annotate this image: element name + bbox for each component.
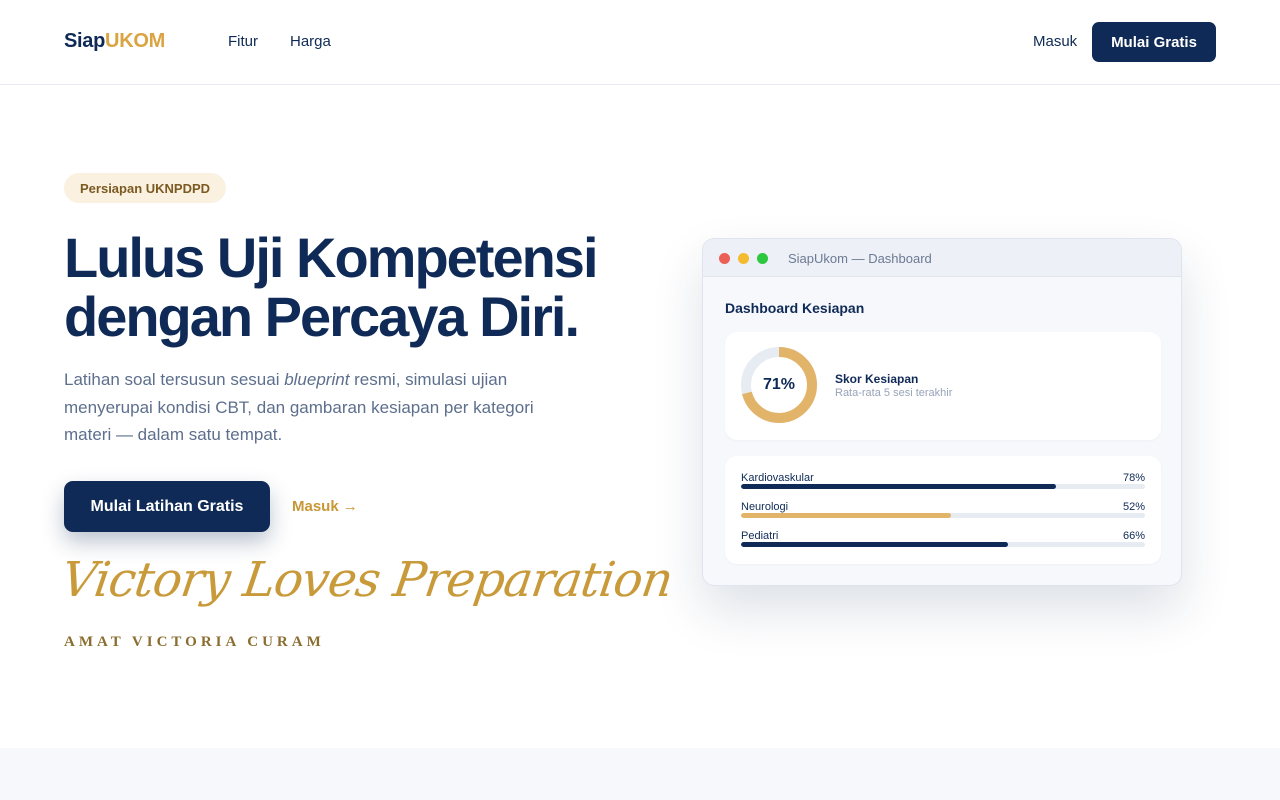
- headline-line-1: Lulus Uji Kompetensi: [64, 226, 599, 289]
- category-value: 52%: [1122, 501, 1145, 513]
- readiness-score-value: 71%: [762, 376, 796, 393]
- nav-login-link[interactable]: Masuk: [1033, 33, 1077, 50]
- category-progress-card: Kardiovaskular 78% Neurologi 52% Pediatr…: [725, 456, 1161, 564]
- logo-text-ukom: UKOM: [105, 30, 165, 52]
- window-title: SiapUkom — Dashboard: [788, 251, 932, 266]
- dashboard-preview-window: SiapUkom — Dashboard Dashboard Kesiapan …: [702, 238, 1182, 586]
- latin-motto: AMAT VICTORIA CURAM: [64, 634, 325, 650]
- start-practice-button[interactable]: Mulai Latihan Gratis: [64, 481, 270, 532]
- progress-track: [741, 542, 1145, 547]
- lead-emphasis: blueprint: [284, 370, 350, 389]
- nav-cta-button[interactable]: Mulai Gratis: [1092, 22, 1216, 62]
- progress-track: [741, 513, 1145, 518]
- hero-lead-paragraph: Latihan soal tersusun sesuai blueprint r…: [64, 366, 584, 449]
- category-value: 66%: [1122, 530, 1145, 542]
- category-row: Kardiovaskular 78%: [741, 472, 1145, 492]
- readiness-score-card: 71% Skor Kesiapan Rata-rata 5 sesi terak…: [725, 332, 1161, 440]
- category-row: Neurologi 52%: [741, 501, 1145, 521]
- hero-login-link[interactable]: Masuk →: [292, 498, 358, 515]
- hero-badge: Persiapan UKNPDPD: [64, 173, 227, 203]
- window-maximize-dot-icon: [757, 253, 768, 264]
- logo-text-siap: Siap: [64, 30, 106, 52]
- top-navbar: SiapUKOM Fitur Harga Masuk Mulai Gratis: [0, 0, 1280, 85]
- progress-fill: [741, 484, 1057, 489]
- category-value: 78%: [1122, 472, 1145, 484]
- nav-link-fitur[interactable]: Fitur: [228, 33, 258, 50]
- hero-headline: Lulus Uji Kompetensi dengan Percaya Diri…: [64, 228, 644, 346]
- dashboard-heading: Dashboard Kesiapan: [725, 300, 865, 316]
- window-titlebar: SiapUkom — Dashboard: [703, 239, 1181, 277]
- window-minimize-dot-icon: [738, 253, 749, 264]
- readiness-score-subtitle: Rata-rata 5 sesi terakhir: [835, 387, 953, 399]
- category-name: Neurologi: [741, 501, 789, 513]
- nav-link-harga[interactable]: Harga: [290, 33, 331, 50]
- progress-fill: [741, 513, 952, 518]
- readiness-score-title: Skor Kesiapan: [835, 372, 919, 386]
- lead-text-1: Latihan soal tersusun sesuai: [64, 370, 285, 389]
- logo[interactable]: SiapUKOM: [64, 30, 165, 53]
- next-section-band: [0, 748, 1280, 800]
- category-name: Kardiovaskular: [741, 472, 814, 484]
- hero-login-label: Masuk: [292, 498, 339, 515]
- category-name: Pediatri: [741, 530, 779, 542]
- script-motto: Victory Loves Preparation: [58, 552, 676, 608]
- headline-line-2: dengan Percaya Diri.: [64, 285, 580, 348]
- progress-fill: [741, 542, 1008, 547]
- window-close-dot-icon: [719, 253, 730, 264]
- progress-track: [741, 484, 1145, 489]
- category-row: Pediatri 66%: [741, 530, 1145, 550]
- arrow-right-icon: →: [342, 498, 358, 515]
